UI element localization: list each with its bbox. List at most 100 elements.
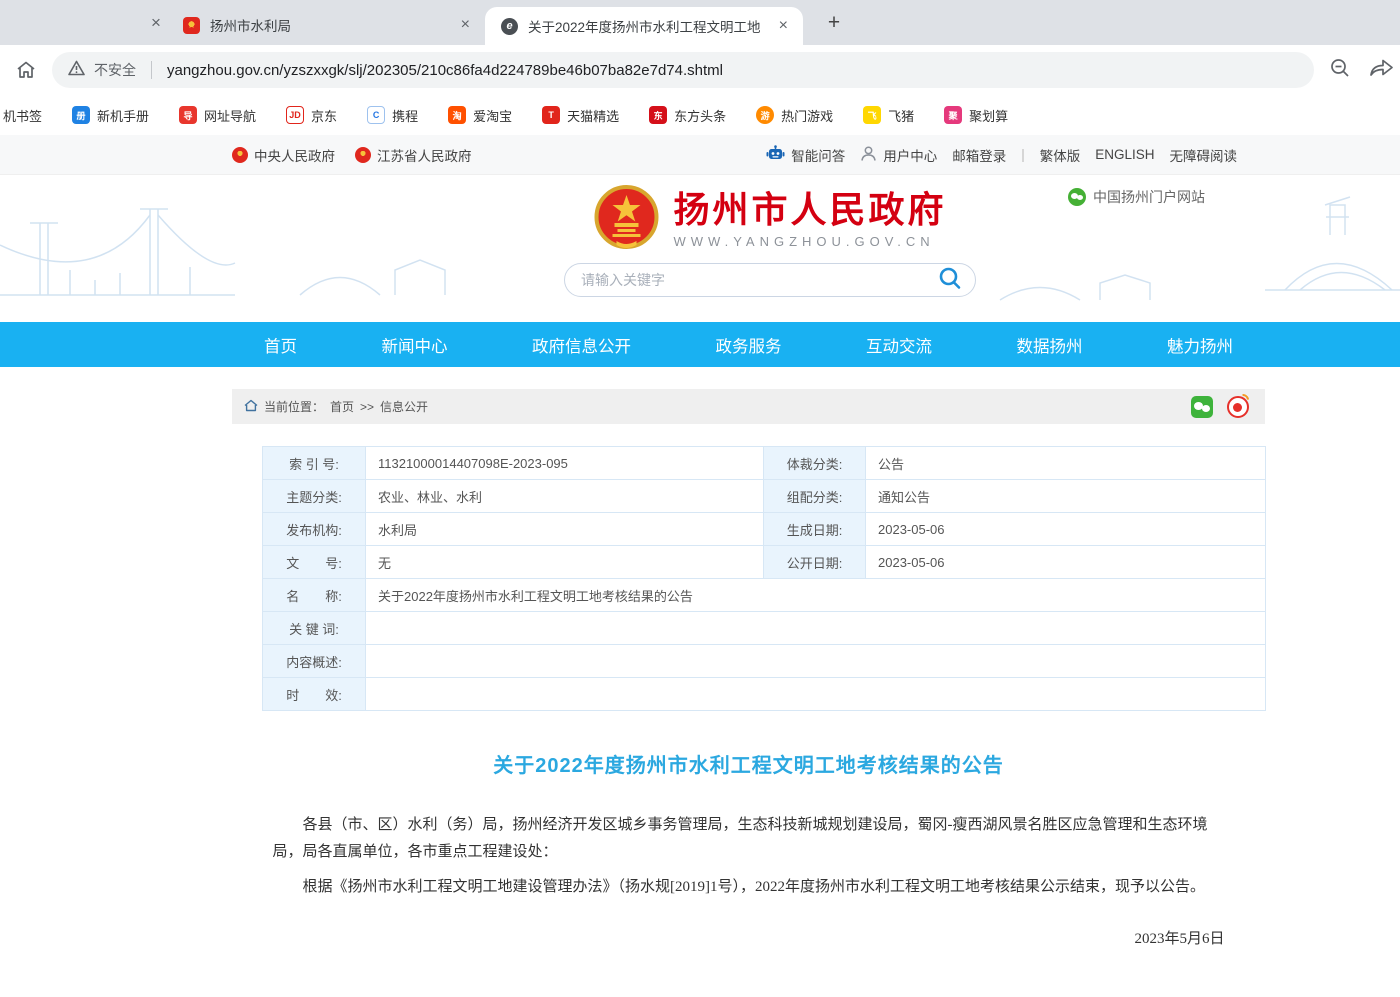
bookmark-item[interactable]: 东东方头条: [649, 106, 726, 125]
info-value-cell: 11321000014407098E-2023-095: [366, 447, 764, 480]
info-table-row: 索 引 号:11321000014407098E-2023-095体裁分类:公告: [263, 447, 1266, 480]
nav-item[interactable]: 政府信息公开: [532, 333, 631, 357]
portal-link[interactable]: 中国扬州门户网站: [1068, 187, 1205, 207]
browser-tab-bar: × ★扬州市水利局×e关于2022年度扬州市水利工程文明工地× +: [0, 0, 1400, 45]
info-value-cell: 通知公告: [866, 480, 1266, 513]
search-input[interactable]: [581, 272, 937, 288]
zoom-out-icon[interactable]: [1328, 56, 1352, 85]
topbar-link-label: 用户中心: [883, 145, 937, 165]
bookmark-label: 网址导航: [204, 106, 256, 125]
info-table-row: 时 效:: [263, 678, 1266, 711]
info-table-row: 名 称:关于2022年度扬州市水利工程文明工地考核结果的公告: [263, 579, 1266, 612]
gov-portal-link[interactable]: 江苏省人民政府: [355, 145, 472, 165]
gov-emblem-favicon-icon: ★: [183, 17, 200, 34]
weibo-share-icon[interactable]: [1227, 396, 1249, 418]
info-value-cell: 农业、林业、水利: [366, 480, 764, 513]
tab-close-icon[interactable]: ×: [458, 16, 473, 34]
bookmark-label: 携程: [392, 106, 418, 125]
breadcrumb-home-link[interactable]: 首页: [330, 398, 354, 415]
info-label-cell: 时 效:: [263, 678, 366, 711]
site-title: 扬州市人民政府: [673, 189, 946, 230]
info-label-cell: 组配分类:: [764, 480, 866, 513]
breadcrumb-current[interactable]: 信息公开: [380, 398, 428, 415]
topbar-link-label: 无障碍阅读: [1170, 145, 1238, 165]
topbar-link-person[interactable]: 用户中心: [860, 145, 937, 165]
url-text[interactable]: yangzhou.gov.cn/yzszxxgk/slj/202305/210c…: [167, 62, 723, 79]
browser-tab[interactable]: e关于2022年度扬州市水利工程文明工地×: [485, 7, 803, 45]
breadcrumb-prefix: 当前位置：: [264, 398, 324, 415]
tab-close-icon[interactable]: ×: [776, 17, 791, 35]
bookmark-item[interactable]: C携程: [367, 106, 418, 125]
nav-item[interactable]: 政务服务: [716, 333, 782, 357]
bookmark-favicon-icon: 聚: [944, 106, 962, 124]
address-bar[interactable]: 不安全 yangzhou.gov.cn/yzszxxgk/slj/202305/…: [52, 52, 1314, 88]
article-body: 各县（市、区）水利（务）局，扬州经济开发区城乡事务管理局，生态科技新城规划建设局…: [273, 812, 1225, 901]
info-table-row: 关 键 词:: [263, 612, 1266, 645]
gov-portal-link[interactable]: 中央人民政府: [232, 145, 335, 165]
site-banner: 扬州市人民政府 WWW.YANGZHOU.GOV.CN 中国扬州门户网站: [0, 175, 1400, 322]
bookmark-favicon-icon: JD: [286, 106, 304, 124]
bookmark-label: 东方头条: [674, 106, 726, 125]
topbar-link-text[interactable]: ENGLISH: [1095, 147, 1154, 162]
nav-item[interactable]: 互动交流: [866, 333, 932, 357]
info-label-cell: 体裁分类:: [764, 447, 866, 480]
home-icon[interactable]: [14, 58, 38, 82]
bookmark-favicon-icon: 淘: [448, 106, 466, 124]
nav-item[interactable]: 首页: [264, 333, 297, 357]
new-tab-button[interactable]: +: [821, 11, 847, 35]
bookmark-item[interactable]: 聚聚划算: [944, 106, 1008, 125]
article-title: 关于2022年度扬州市水利工程文明工地考核结果的公告: [232, 749, 1265, 778]
breadcrumb-separator: >>: [360, 400, 374, 414]
info-table-row: 主题分类:农业、林业、水利组配分类:通知公告: [263, 480, 1266, 513]
gov-link-label: 中央人民政府: [254, 145, 335, 165]
topbar-link-text[interactable]: 无障碍阅读: [1170, 145, 1238, 165]
bookmark-item[interactable]: 册新机手册: [72, 106, 149, 125]
search-icon[interactable]: [937, 265, 963, 296]
bookmark-label: 机书签: [3, 106, 42, 125]
topbar-link-robot[interactable]: 智能问答: [766, 145, 845, 165]
bookmark-item[interactable]: JD 京东: [286, 106, 337, 125]
info-table-row: 文 号:无公开日期:2023-05-06: [263, 546, 1266, 579]
wechat-share-icon[interactable]: [1191, 396, 1213, 418]
info-label-cell: 索 引 号:: [263, 447, 366, 480]
nav-item[interactable]: 数据扬州: [1017, 333, 1083, 357]
bookmark-label: 飞猪: [888, 106, 914, 125]
nav-item[interactable]: 魅力扬州: [1167, 333, 1233, 357]
site-logo[interactable]: 扬州市人民政府 WWW.YANGZHOU.GOV.CN: [593, 183, 946, 255]
bookmark-favicon-icon: 东: [649, 106, 667, 124]
bookmark-item[interactable]: 淘爱淘宝: [448, 106, 512, 125]
overflow-tab-close-icon[interactable]: ×: [145, 13, 167, 33]
bookmark-label: 京东: [311, 106, 337, 125]
topbar-link-text[interactable]: 邮箱登录: [952, 145, 1006, 165]
emblem-icon: [232, 147, 248, 163]
bookmark-item[interactable]: T天猫精选: [542, 106, 619, 125]
document-info-table: 索 引 号:11321000014407098E-2023-095体裁分类:公告…: [262, 446, 1266, 711]
info-table-row: 发布机构:水利局生成日期:2023-05-06: [263, 513, 1266, 546]
bookmark-item[interactable]: 导网址导航: [179, 106, 256, 125]
robot-icon: [766, 145, 785, 165]
tab-strip: ★扬州市水利局×e关于2022年度扬州市水利工程文明工地×: [167, 0, 803, 45]
browser-tab[interactable]: ★扬州市水利局×: [167, 5, 485, 45]
main-nav-items: 首页 新闻中心 政府信息公开 政务服务 互动交流 数据扬州 魅力扬州: [232, 322, 1265, 367]
bookmark-item[interactable]: 飞飞猪: [863, 106, 914, 125]
nav-item[interactable]: 新闻中心: [382, 333, 448, 357]
bookmark-item[interactable]: 游热门游戏: [756, 106, 833, 125]
topbar-link-text[interactable]: 繁体版: [1040, 145, 1081, 165]
breadcrumb: 当前位置： 首页 >> 信息公开: [232, 389, 1265, 424]
bookmark-item[interactable]: 机书签: [3, 106, 42, 125]
share-icon[interactable]: [1368, 56, 1394, 85]
info-label-cell: 主题分类:: [263, 480, 366, 513]
topbar-link-label: 邮箱登录: [952, 145, 1006, 165]
bookmark-label: 聚划算: [969, 106, 1008, 125]
info-value-cell: [366, 612, 1266, 645]
site-subtitle: WWW.YANGZHOU.GOV.CN: [673, 234, 946, 249]
article-paragraph: 根据《扬州市水利工程文明工地建设管理办法》（扬水规[2019]1号），2022年…: [273, 874, 1225, 901]
person-icon: [860, 145, 877, 165]
search-box: [564, 263, 976, 297]
gov-topbar-left-links: 中央人民政府江苏省人民政府: [232, 145, 472, 165]
page-content: 当前位置： 首页 >> 信息公开 索 引 号:11321000014407098…: [232, 389, 1265, 997]
browser-toolbar: 不安全 yangzhou.gov.cn/yzszxxgk/slj/202305/…: [0, 45, 1400, 95]
bookmark-favicon-icon: T: [542, 106, 560, 124]
national-emblem-icon: [593, 183, 659, 255]
info-value-cell: 公告: [866, 447, 1266, 480]
